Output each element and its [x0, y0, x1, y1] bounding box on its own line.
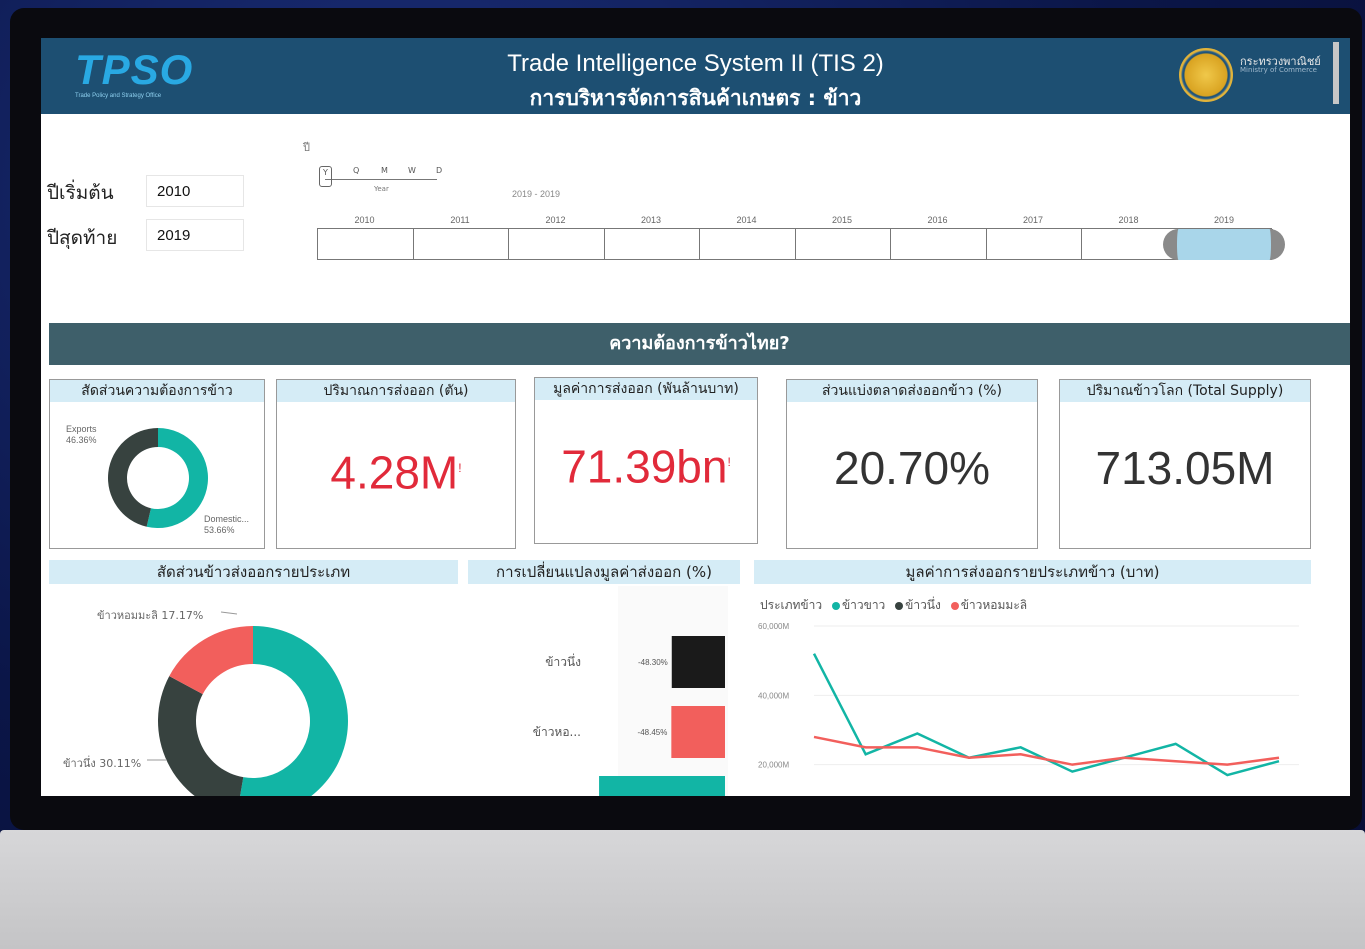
granularity-year[interactable]: Y [319, 166, 332, 187]
granularity-line [325, 179, 437, 180]
series-line-1[interactable] [813, 735, 1280, 766]
timeline-year-label: 2016 [927, 215, 948, 225]
domestic-name: Domestic... [204, 514, 250, 524]
timeline-cell-2016[interactable] [891, 229, 987, 259]
line-chart-legend: ประเภทข้าว ข้าวขาว ข้าวนึ่ง ข้าวหอมมะลิ [760, 596, 1027, 615]
export-volume-card: ปริมาณการส่งออก (ตัน) 4.28M! [276, 379, 516, 549]
timeline-cell-2015[interactable] [796, 229, 891, 259]
exports-label: Exports 46.36% [66, 424, 97, 446]
timeline-track[interactable] [317, 228, 1273, 260]
timeline-cell-2014[interactable] [700, 229, 796, 259]
card-title: ปริมาณข้าวโลก (Total Supply) [1060, 380, 1310, 402]
timeline-selection-handle[interactable] [1163, 229, 1285, 260]
type-share-title: สัดส่วนข้าวส่งออกรายประเภท [49, 560, 458, 584]
domestic-pct: 53.66% [204, 525, 235, 535]
value-by-type-line-chart: 60,000M 40,000M 20,000M [758, 622, 1299, 777]
end-year-label: ปีสุดท้าย [47, 227, 118, 249]
granularity-week[interactable]: W [408, 166, 416, 175]
kpi-number: 4.28M [330, 446, 459, 499]
header-bar: TPSO Trade Policy and Strategy Office Tr… [41, 38, 1350, 114]
export-value-card: มูลค่าการส่งออก (พันล้านบาท) 71.39bn! [534, 377, 758, 544]
legend-dot-white-rice [831, 601, 840, 610]
bar-category-label: ข้าวขาว [538, 795, 581, 796]
total-supply-value: 713.05M [1095, 442, 1275, 494]
bar-value-label: -48.45% [638, 728, 668, 737]
export-change-title: การเปลี่ยนแปลงมูลค่าส่งออก (%) [468, 560, 740, 584]
bar-2[interactable] [599, 776, 725, 796]
legend-dot-hommali [950, 601, 959, 610]
legend-parboiled[interactable]: ข้าวนึ่ง [905, 598, 941, 612]
timeline-cell-2013[interactable] [605, 229, 700, 259]
timeline-year-label: 2012 [545, 215, 566, 225]
y-tick-label: 60,000M [758, 622, 789, 631]
total-supply-card: ปริมาณข้าวโลก (Total Supply) 713.05M [1059, 379, 1311, 549]
card-title: ส่วนแบ่งตลาดส่งออกข้าว (%) [787, 380, 1037, 402]
scrollbar[interactable] [1333, 42, 1339, 104]
export-change-bar-chart: ข้าวนึ่ง-48.30%ข้าวหอ...-48.45%ข้าวขาว-6… [533, 586, 728, 796]
timeline-year-label: 2010 [354, 215, 375, 225]
timeline-header: ปี [303, 141, 310, 154]
y-tick-label: 20,000M [758, 761, 789, 770]
granularity-quarter[interactable]: Q [353, 166, 359, 175]
ministry-name-en: Ministry of Commerce [1240, 66, 1317, 74]
legend-hommali[interactable]: ข้าวหอมมะลิ [961, 598, 1027, 612]
card-title: สัดส่วนความต้องการข้าว [50, 380, 264, 402]
legend-white-rice[interactable]: ข้าวขาว [842, 598, 885, 612]
start-year-label: ปีเริ่มต้น [47, 182, 114, 204]
page-subtitle: การบริหารจัดการสินค้าเกษตร : ข้าว [529, 86, 862, 110]
market-share-value: 20.70% [833, 442, 990, 494]
demand-share-card: สัดส่วนความต้องการข้าว Exports 46.36% Do… [49, 379, 265, 549]
timeline-year-label: 2017 [1022, 215, 1044, 225]
export-volume-value: 4.28M! [330, 446, 462, 499]
timeline-cell-2011[interactable] [414, 229, 509, 259]
bar-category-label: ข้าวหอ... [533, 725, 581, 739]
start-year-input[interactable]: 2010 [146, 175, 244, 207]
timeline-year-label: 2011 [450, 215, 470, 225]
timeline-cell-2010[interactable] [318, 229, 414, 259]
timeline-year-label: 2015 [831, 215, 853, 225]
donut-slice-1[interactable] [158, 676, 244, 796]
export-value-value: 71.39bn! [561, 440, 731, 493]
granularity-day[interactable]: D [436, 166, 442, 175]
granularity-month[interactable]: M [381, 166, 388, 175]
legend-title: ประเภทข้าว [760, 598, 823, 612]
granularity-label: Year [374, 185, 389, 193]
end-year-input[interactable]: 2019 [146, 219, 244, 251]
sticky-share-label: ข้าวนึ่ง 30.11% [63, 757, 142, 770]
timeline-year-label: 2018 [1118, 215, 1139, 225]
card-title: ปริมาณการส่งออก (ตัน) [277, 380, 515, 402]
domestic-label: Domestic... 53.66% [204, 514, 249, 536]
series-line-0[interactable] [812, 653, 1280, 777]
card-title: มูลค่าการส่งออก (พันล้านบาท) [535, 378, 757, 400]
exports-pct: 46.36% [66, 435, 97, 445]
page-title: Trade Intelligence System II (TIS 2) [507, 50, 884, 77]
dashboard-screen: TPSO Trade Policy and Strategy Office Tr… [41, 38, 1350, 796]
exports-name: Exports [66, 424, 97, 434]
timeline-year-label: 2019 [1213, 215, 1235, 225]
bar-1[interactable] [671, 706, 725, 758]
bar-category-label: ข้าวนึ่ง [545, 653, 581, 669]
kpi-number: 71.39bn [561, 440, 728, 493]
value-by-type-title: มูลค่าการส่งออกรายประเภทข้าว (บาท) [754, 560, 1311, 584]
bar-plot-area [618, 586, 728, 796]
timeline-range: 2019 - 2019 [512, 189, 561, 199]
donut-slice-0[interactable] [237, 626, 348, 796]
ministry-seal-icon [1179, 48, 1233, 102]
timeline-year-label: 2013 [640, 215, 662, 225]
legend-dot-parboiled [895, 601, 904, 610]
timeline-cell-2012[interactable] [509, 229, 605, 259]
bar-value-label: -48.30% [638, 658, 668, 667]
timeline-cell-2017[interactable] [987, 229, 1082, 259]
monitor-chin [0, 830, 1365, 949]
section-banner: ความต้องการข้าวไทย? [49, 323, 1350, 365]
timeline-year-label: 2014 [736, 215, 757, 225]
y-tick-label: 40,000M [758, 691, 789, 700]
market-share-card: ส่วนแบ่งตลาดส่งออกข้าว (%) 20.70% [786, 379, 1038, 549]
bar-0[interactable] [671, 636, 725, 688]
hommali-share-label: ข้าวหอมมะลิ 17.17% [97, 609, 204, 622]
